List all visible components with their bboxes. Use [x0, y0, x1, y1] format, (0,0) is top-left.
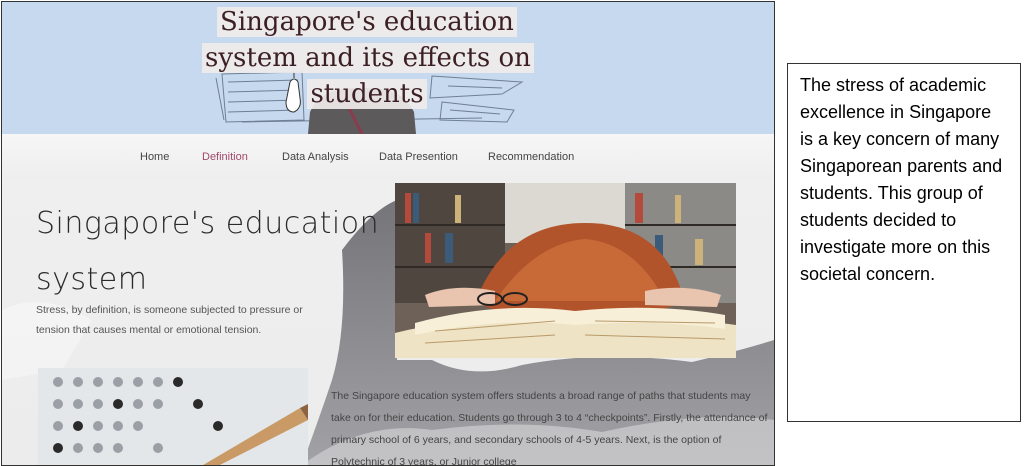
nav-item-data-presention[interactable]: Data Presention — [379, 151, 458, 163]
stressed-student-photo — [395, 183, 736, 358]
nav-item-definition[interactable]: Definition — [202, 151, 248, 163]
education-system-paragraph: The Singapore education system offers st… — [331, 390, 768, 465]
header-banner: Singapore's education system and its eff… — [2, 2, 774, 134]
nav-item-recommendation[interactable]: Recommendation — [488, 151, 574, 163]
callout-note: The stress of academic excellence in Sin… — [787, 63, 1021, 422]
website-screenshot: Singapore's education system and its eff… — [1, 1, 775, 466]
main-content: Singapore's education system Stress, by … — [2, 180, 774, 465]
nav-item-data-analysis[interactable]: Data Analysis — [282, 151, 349, 163]
nav-item-home[interactable]: Home — [140, 151, 169, 163]
site-title: Singapore's education system and its eff… — [202, 4, 534, 112]
page-title: Singapore's education system — [36, 206, 380, 297]
main-nav: Home Definition Data Analysis Data Prese… — [2, 134, 774, 180]
answer-sheet-photo — [38, 368, 308, 465]
definition-text: Stress, by definition, is someone subjec… — [36, 304, 303, 336]
